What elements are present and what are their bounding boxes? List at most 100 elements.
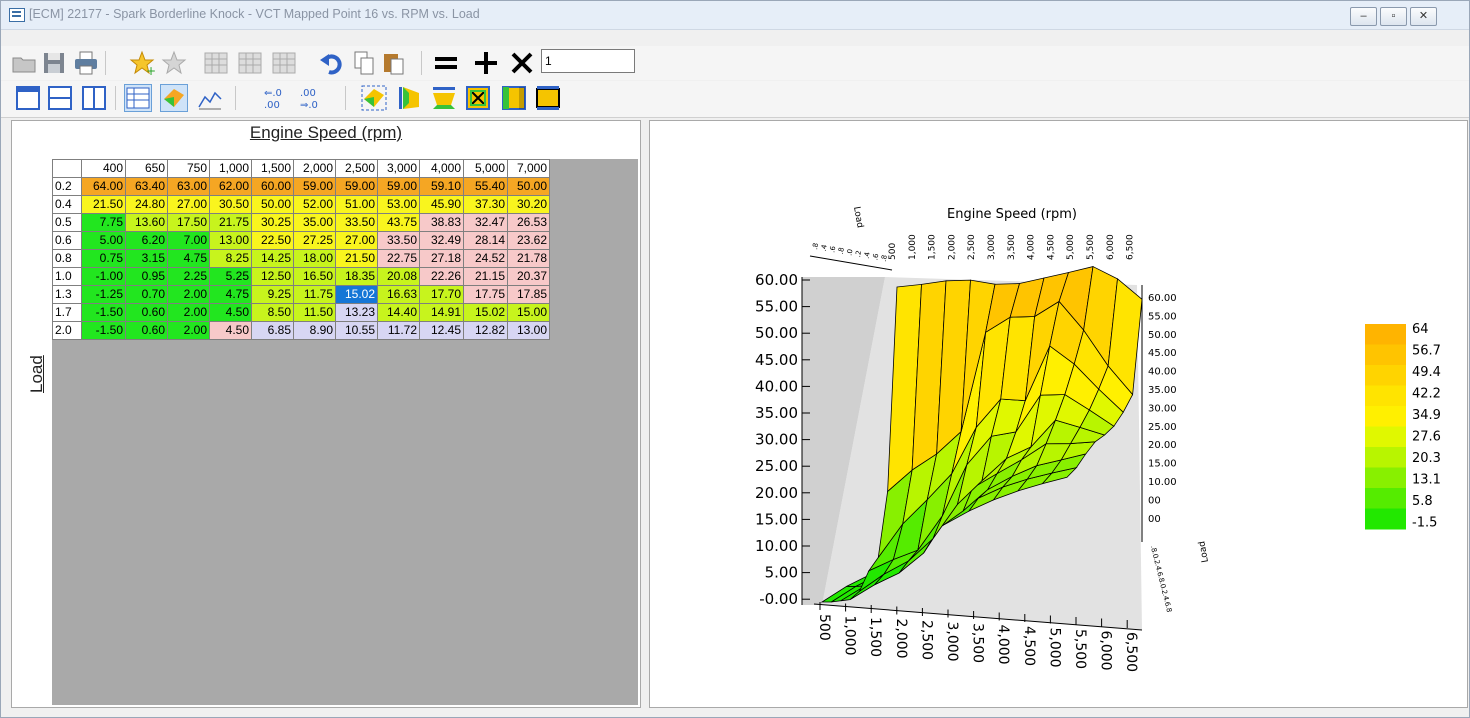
table-cell[interactable]: 0.95 <box>125 267 168 286</box>
column-header[interactable]: 750 <box>167 159 210 178</box>
maximize-button[interactable]: ▫ <box>1380 7 1407 26</box>
table-cell[interactable]: 12.82 <box>463 321 508 340</box>
table-cell[interactable]: 21.50 <box>81 195 126 214</box>
column-header[interactable]: 5,000 <box>463 159 508 178</box>
table-cell[interactable]: 18.00 <box>293 249 336 268</box>
column-header[interactable]: 4,000 <box>419 159 464 178</box>
table-cell[interactable]: 11.72 <box>377 321 420 340</box>
set-value-icon[interactable] <box>433 50 459 76</box>
column-header[interactable]: 2,500 <box>335 159 378 178</box>
table-cell[interactable]: -1.00 <box>81 267 126 286</box>
paste-icon[interactable] <box>381 50 407 76</box>
copy-axis-icon[interactable] <box>237 50 263 76</box>
table-cell[interactable]: 37.30 <box>463 195 508 214</box>
table-cell[interactable]: 38.83 <box>419 213 464 232</box>
table-cell[interactable]: 8.90 <box>293 321 336 340</box>
table-cell[interactable]: 15.00 <box>507 303 550 322</box>
row-header[interactable]: 0.5 <box>52 213 82 232</box>
back-view-icon[interactable] <box>535 85 561 111</box>
row-header[interactable]: 2.0 <box>52 321 82 340</box>
column-header[interactable]: 650 <box>125 159 168 178</box>
rotate-view-icon[interactable] <box>361 85 387 111</box>
table-cell[interactable]: 7.00 <box>167 231 210 250</box>
table-cell[interactable]: 13.00 <box>209 231 252 250</box>
paste-axis-icon[interactable] <box>271 50 297 76</box>
column-header[interactable]: 1,500 <box>251 159 294 178</box>
table-cell[interactable]: 24.52 <box>463 249 508 268</box>
table-cell[interactable]: 17.70 <box>419 285 464 304</box>
table-cell[interactable]: 59.10 <box>419 177 464 196</box>
table-cell[interactable]: 13.00 <box>507 321 550 340</box>
table-cell[interactable]: 43.75 <box>377 213 420 232</box>
table-cell[interactable]: 33.50 <box>335 213 378 232</box>
front-view-icon[interactable] <box>501 85 527 111</box>
table-cell[interactable]: 7.75 <box>81 213 126 232</box>
table-cell[interactable]: 23.62 <box>507 231 550 250</box>
table-view-icon[interactable] <box>203 50 229 76</box>
table-cell[interactable]: 2.00 <box>167 285 210 304</box>
multiplier-input[interactable] <box>541 49 635 73</box>
table-cell[interactable]: 5.25 <box>209 267 252 286</box>
table-cell[interactable]: 5.00 <box>81 231 126 250</box>
horizontal-split-icon[interactable] <box>47 85 73 111</box>
table-cell[interactable]: 27.18 <box>419 249 464 268</box>
column-header[interactable]: 3,000 <box>377 159 420 178</box>
row-header[interactable]: 1.0 <box>52 267 82 286</box>
table-cell[interactable]: 62.00 <box>209 177 252 196</box>
table-cell[interactable]: 27.00 <box>335 231 378 250</box>
top-view-icon[interactable] <box>431 85 457 111</box>
table-cell[interactable]: 32.47 <box>463 213 508 232</box>
single-view-icon[interactable] <box>15 85 41 111</box>
row-header[interactable]: 0.4 <box>52 195 82 214</box>
table-cell[interactable]: 22.26 <box>419 267 464 286</box>
table-cell[interactable]: 51.00 <box>335 195 378 214</box>
row-header[interactable]: 0.2 <box>52 177 82 196</box>
table-cell[interactable]: 18.35 <box>335 267 378 286</box>
table-cell[interactable]: 27.00 <box>167 195 210 214</box>
table-cell[interactable]: 17.75 <box>463 285 508 304</box>
table-cell[interactable]: 30.50 <box>209 195 252 214</box>
table-cell[interactable]: 9.25 <box>251 285 294 304</box>
table-cell[interactable]: 2.00 <box>167 321 210 340</box>
table-cell[interactable]: 17.50 <box>167 213 210 232</box>
table-cell[interactable]: 8.50 <box>251 303 294 322</box>
table-cell[interactable]: 53.00 <box>377 195 420 214</box>
table-cell[interactable]: 21.78 <box>507 249 550 268</box>
table-cell[interactable]: 15.02 <box>463 303 508 322</box>
table-cell[interactable]: 4.75 <box>167 249 210 268</box>
table-cell[interactable]: 24.80 <box>125 195 168 214</box>
table-cell[interactable]: 45.90 <box>419 195 464 214</box>
table-cell[interactable]: 63.00 <box>167 177 210 196</box>
table-cell[interactable]: 52.00 <box>293 195 336 214</box>
decrease-decimals-icon[interactable]: ⇐.0.00 <box>263 85 289 111</box>
remove-favorite-icon[interactable] <box>161 50 187 76</box>
table-cell[interactable]: 22.50 <box>251 231 294 250</box>
table-cell[interactable]: 32.49 <box>419 231 464 250</box>
table-cell[interactable]: 63.40 <box>125 177 168 196</box>
table-cell[interactable]: 21.75 <box>209 213 252 232</box>
table-cell[interactable]: 15.02 <box>335 285 378 304</box>
table-cell[interactable]: 11.75 <box>293 285 336 304</box>
table-cell[interactable]: 16.63 <box>377 285 420 304</box>
save-icon[interactable] <box>41 50 67 76</box>
table-cell[interactable]: 20.37 <box>507 267 550 286</box>
table-cell[interactable]: 4.50 <box>209 303 252 322</box>
grid-view-icon[interactable] <box>124 84 152 112</box>
table-cell[interactable]: 20.08 <box>377 267 420 286</box>
table-cell[interactable]: 27.25 <box>293 231 336 250</box>
row-header[interactable]: 0.8 <box>52 249 82 268</box>
side-view-icon[interactable] <box>397 85 423 111</box>
table-cell[interactable]: 16.50 <box>293 267 336 286</box>
print-icon[interactable] <box>73 50 99 76</box>
table-cell[interactable]: 50.00 <box>251 195 294 214</box>
table-cell[interactable]: 59.00 <box>377 177 420 196</box>
table-cell[interactable]: 21.50 <box>335 249 378 268</box>
table-cell[interactable]: 2.00 <box>167 303 210 322</box>
column-header[interactable]: 400 <box>81 159 126 178</box>
table-cell[interactable]: -1.50 <box>81 321 126 340</box>
copy-icon[interactable] <box>351 50 377 76</box>
table-cell[interactable]: 30.25 <box>251 213 294 232</box>
table-cell[interactable]: 50.00 <box>507 177 550 196</box>
close-button[interactable]: ✕ <box>1410 7 1437 26</box>
table-cell[interactable]: 0.70 <box>125 285 168 304</box>
